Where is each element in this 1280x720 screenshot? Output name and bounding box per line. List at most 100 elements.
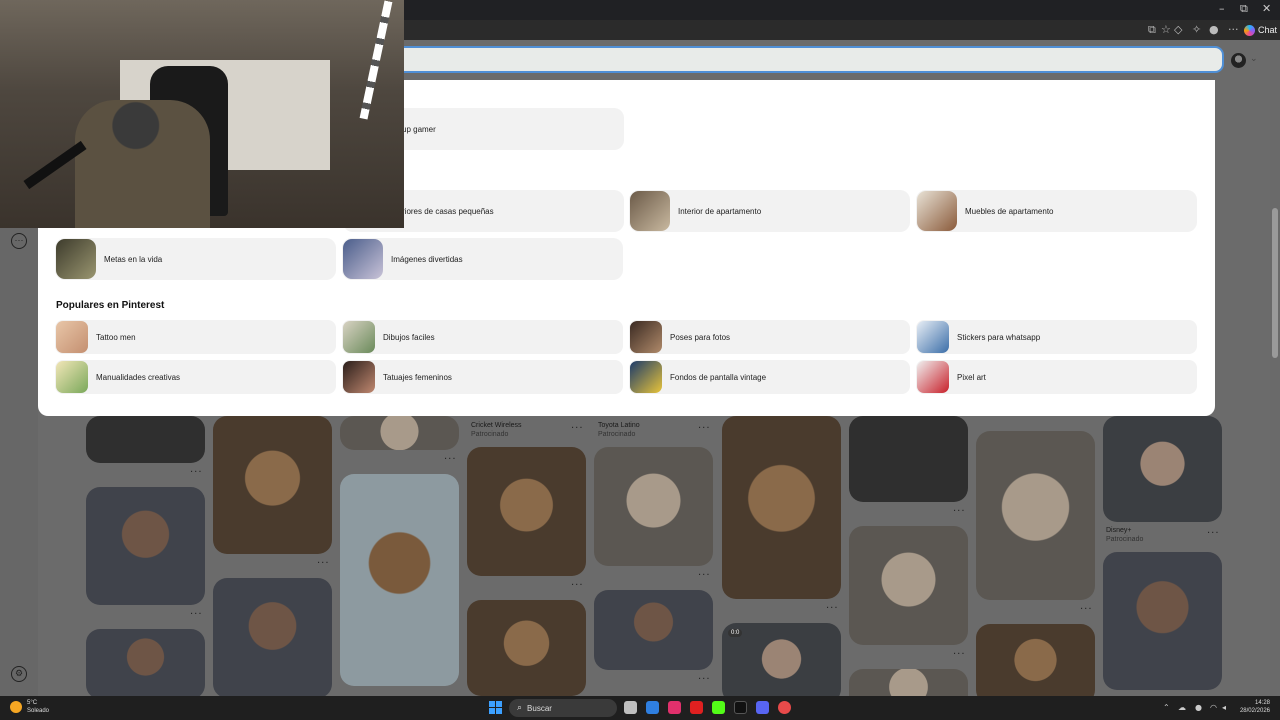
tiktok-icon[interactable] [734, 701, 747, 714]
microphone-icon[interactable]: ● [1195, 703, 1202, 712]
suggestion-thumbnail [56, 321, 88, 353]
pin-more-icon[interactable]: ··· [444, 454, 457, 465]
idea-item[interactable]: Imágenes divertidas [342, 238, 623, 280]
idea-item[interactable]: Muebles de apartamento [916, 190, 1197, 232]
pin-more-icon[interactable]: ··· [1080, 604, 1093, 615]
pin-image[interactable] [213, 578, 332, 696]
pin-caption[interactable]: Disney+ Patrocinado [1106, 526, 1143, 544]
idea-item[interactable]: Interior de apartamento [629, 190, 910, 232]
pin-more-icon[interactable]: ··· [698, 674, 711, 685]
pin-more-icon[interactable]: ··· [1207, 528, 1220, 539]
profile-icon[interactable]: ● [1209, 23, 1219, 36]
pin-image[interactable] [976, 431, 1095, 600]
settings-gear-icon[interactable]: ⚙ [11, 666, 27, 682]
pin-more-icon[interactable]: ··· [953, 506, 966, 517]
popular-item[interactable]: Manualidades creativas [55, 360, 336, 394]
suggestion-label: Pixel art [957, 372, 986, 382]
video-duration-badge: 0:0 [728, 629, 743, 637]
minimize-button[interactable]: – [1219, 2, 1225, 15]
pin-image[interactable] [86, 629, 205, 696]
pin-sponsored-label: Patrocinado [1106, 536, 1144, 543]
pin-more-icon[interactable]: ··· [571, 580, 584, 591]
suggestion-label: Fondos de pantalla vintage [670, 372, 767, 382]
edge-browser-icon[interactable] [646, 701, 659, 714]
pin-sponsored-label: Patrocinado [598, 431, 636, 438]
pin-caption[interactable]: Cricket Wireless Patrocinado [471, 421, 522, 439]
pin-more-icon[interactable]: ··· [190, 467, 203, 478]
pin-title: Toyota Latino [598, 422, 640, 429]
discord-icon[interactable] [756, 701, 769, 714]
idea-item[interactable]: Metas en la vida [55, 238, 336, 280]
popular-item[interactable]: Tatuajes femeninos [342, 360, 623, 394]
scrollbar-thumb[interactable] [1272, 208, 1278, 358]
user-avatar[interactable] [1231, 53, 1246, 68]
pin-image[interactable] [86, 487, 205, 605]
pin-image[interactable] [1103, 416, 1222, 522]
pin-more-icon[interactable]: ··· [571, 423, 584, 434]
taskbar-search-label: Buscar [527, 703, 552, 713]
instagram-icon[interactable] [668, 701, 681, 714]
pin-image[interactable] [1103, 552, 1222, 690]
suggestion-label: up gamer [402, 124, 436, 134]
suggestion-thumbnail [630, 361, 662, 393]
copilot-chat-button[interactable]: Chat [1244, 23, 1277, 37]
popular-item[interactable]: Pixel art [916, 360, 1197, 394]
suggestion-thumbnail [630, 321, 662, 353]
pin-image[interactable] [849, 669, 968, 696]
messages-icon[interactable]: ··· [11, 233, 27, 249]
pin-image[interactable] [849, 416, 968, 502]
pin-more-icon[interactable]: ··· [698, 570, 711, 581]
taskbar-clock[interactable]: 14:28 28/02/2026 [1240, 699, 1270, 715]
chevron-down-icon[interactable]: ⌄ [1250, 54, 1258, 64]
pin-image[interactable] [340, 474, 459, 686]
weather-widget[interactable]: 5°C Soleado [10, 699, 49, 715]
suggestion-thumbnail [343, 239, 383, 279]
pin-more-icon[interactable]: ··· [317, 558, 330, 569]
kick-icon[interactable] [712, 701, 725, 714]
popular-item[interactable]: Tattoo men [55, 320, 336, 354]
favorites-icon[interactable]: ✧ [1192, 23, 1201, 36]
favorite-star-icon[interactable]: ☆ [1161, 23, 1171, 36]
file-explorer-icon[interactable] [624, 701, 637, 714]
pin-more-icon[interactable]: ··· [698, 423, 711, 434]
taskbar-search[interactable]: ⌕ Buscar [509, 699, 617, 717]
suggestion-thumbnail [56, 239, 96, 279]
install-app-icon[interactable]: ⧉ [1148, 23, 1156, 37]
onedrive-icon[interactable]: ☁ [1178, 703, 1186, 712]
clock-time: 14:28 [1254, 700, 1270, 706]
pin-video[interactable]: 0:0 [722, 623, 841, 696]
pin-image[interactable] [213, 416, 332, 554]
pin-image[interactable] [722, 416, 841, 599]
pin-image[interactable] [86, 416, 205, 463]
wifi-icon[interactable]: ◠ [1210, 703, 1217, 712]
pin-more-icon[interactable]: ··· [953, 649, 966, 660]
popular-item[interactable]: Dibujos faciles [342, 320, 623, 354]
pin-image[interactable] [340, 416, 459, 450]
popular-item[interactable]: Stickers para whatsapp [916, 320, 1197, 354]
close-window-button[interactable]: ✕ [1262, 2, 1271, 15]
app-icon[interactable] [778, 701, 791, 714]
pin-image[interactable] [849, 526, 968, 645]
pin-caption[interactable]: Toyota Latino Patrocinado [598, 421, 640, 439]
popular-item[interactable]: Poses para fotos [629, 320, 910, 354]
pin-more-icon[interactable]: ··· [190, 609, 203, 620]
pin-title: Disney+ [1106, 527, 1132, 534]
pin-more-icon[interactable]: ··· [826, 603, 839, 614]
extension-icon[interactable]: ◇ [1174, 23, 1182, 36]
youtube-icon[interactable] [690, 701, 703, 714]
page-scrollbar[interactable] [1270, 40, 1280, 696]
pin-image[interactable] [467, 447, 586, 576]
popular-item[interactable]: Fondos de pantalla vintage [629, 360, 910, 394]
suggestion-label: Dibujos faciles [383, 332, 435, 342]
pin-sponsored-label: Patrocinado [471, 431, 509, 438]
maximize-button[interactable]: ⧉ [1240, 2, 1248, 16]
pin-image[interactable] [976, 624, 1095, 696]
browser-menu-icon[interactable]: ··· [1228, 23, 1239, 36]
volume-icon[interactable]: ◂ [1222, 703, 1226, 712]
pin-image[interactable] [594, 590, 713, 670]
pin-image[interactable] [467, 600, 586, 696]
windows-start-button[interactable] [489, 701, 502, 714]
suggestion-thumbnail [343, 321, 375, 353]
pin-image[interactable] [594, 447, 713, 566]
tray-overflow-icon[interactable]: ⌃ [1163, 703, 1170, 712]
